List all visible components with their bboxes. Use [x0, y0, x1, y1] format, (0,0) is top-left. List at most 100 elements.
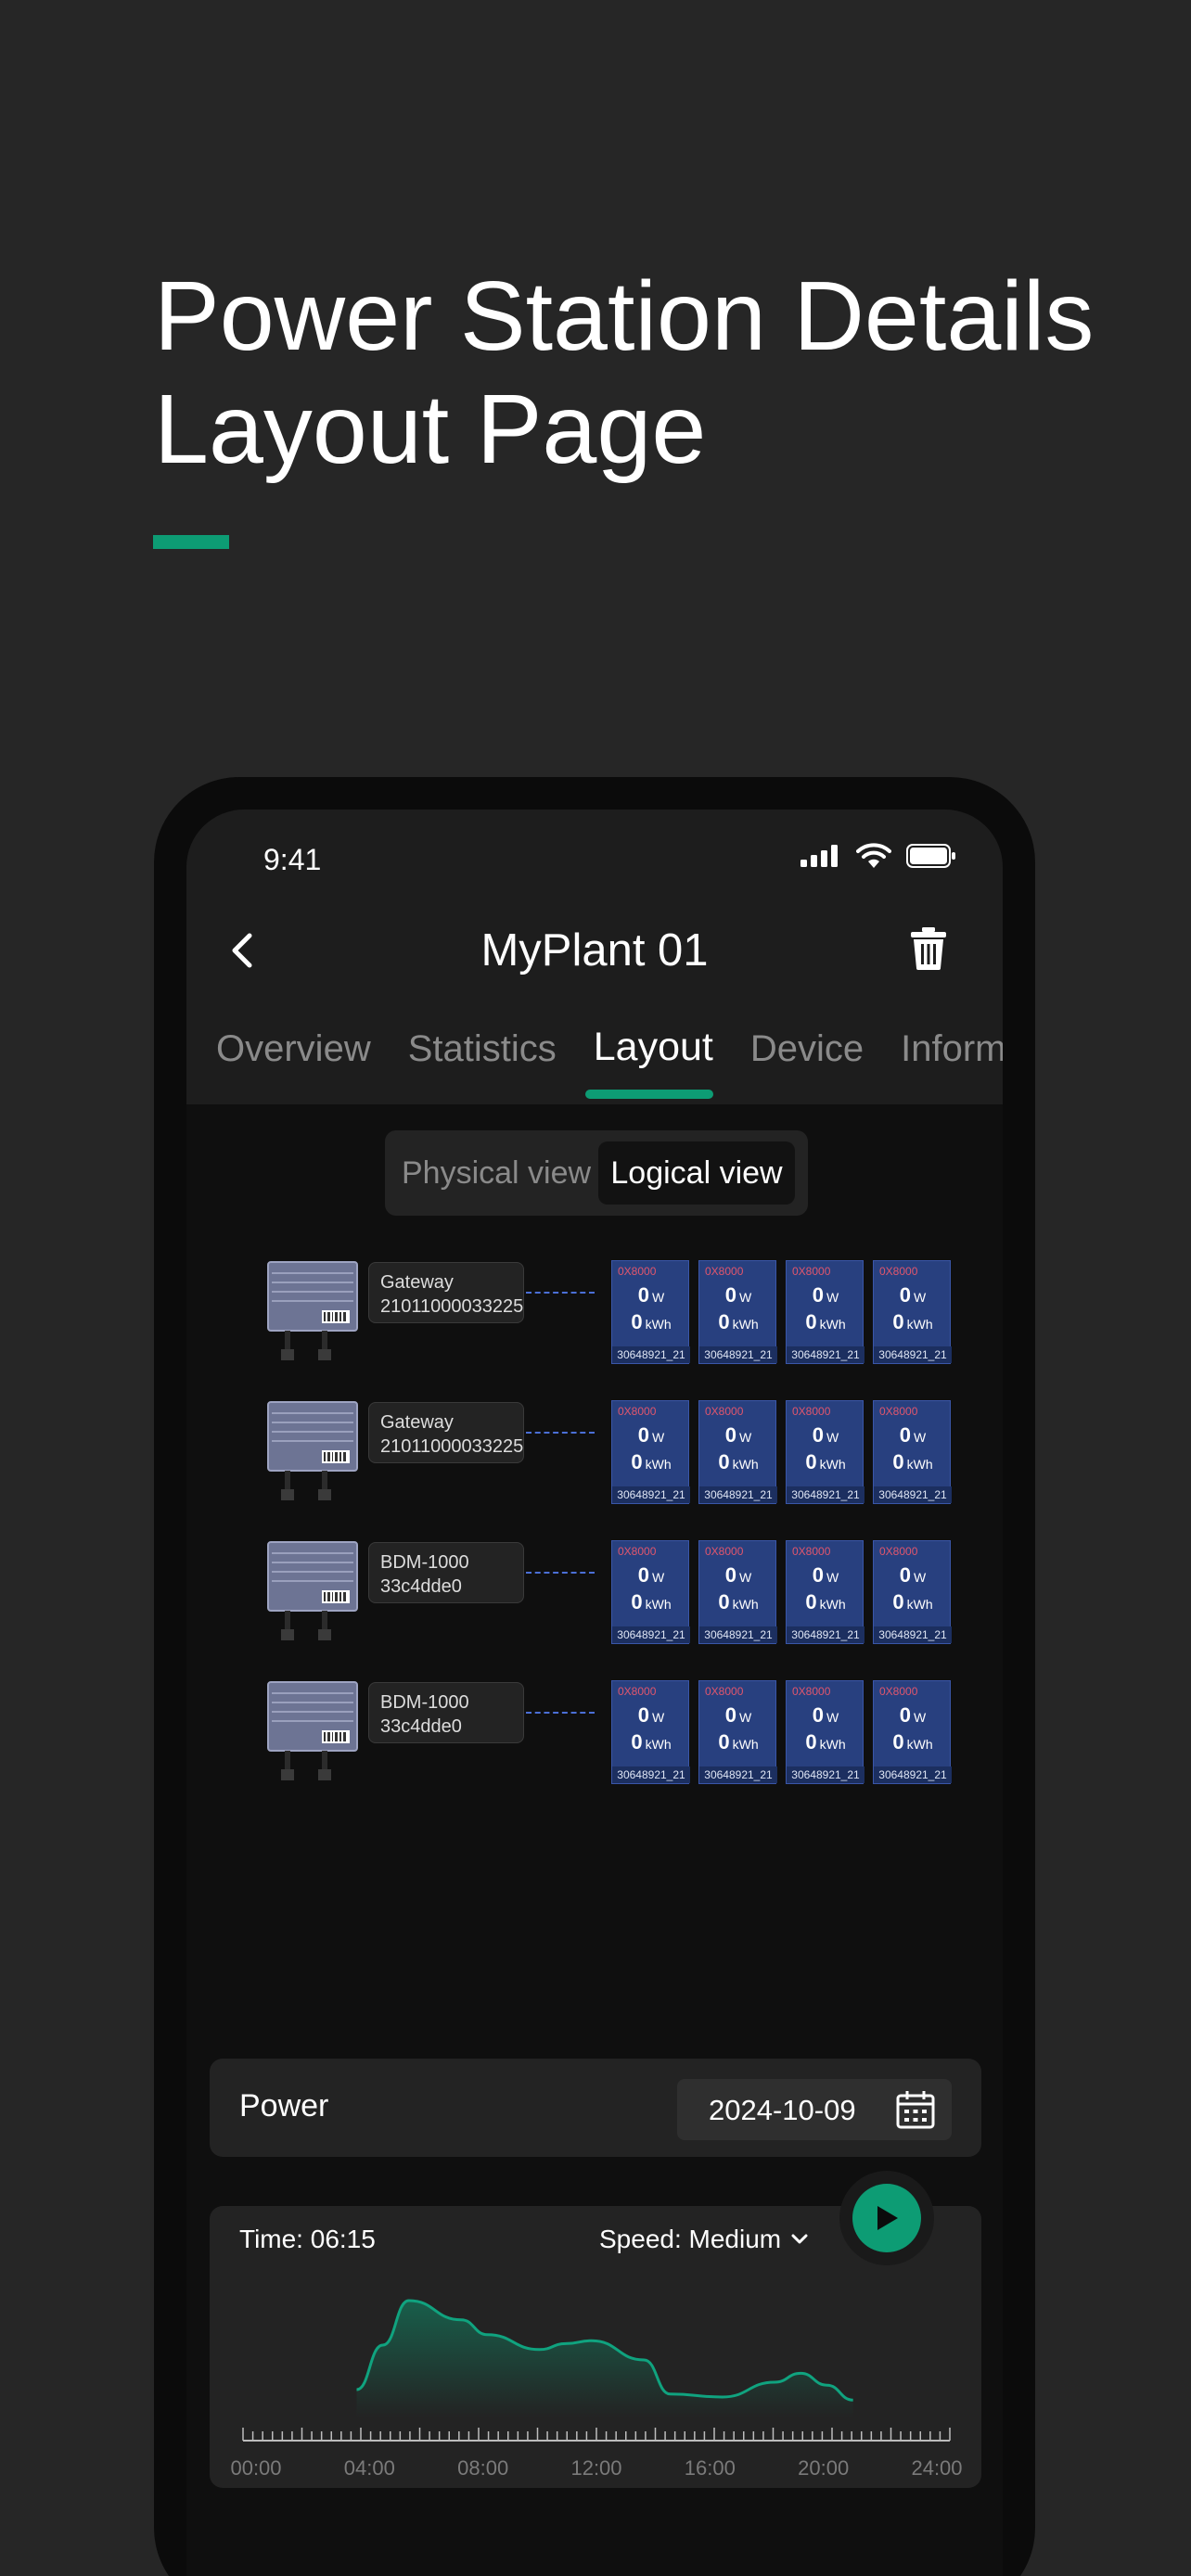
hero-title: Power Station Details Layout Page: [154, 260, 1137, 486]
panel-power: 0W: [699, 1283, 777, 1307]
solar-panel[interactable]: 0X8000 0 W 0 kWh 30648921_21: [786, 1680, 864, 1784]
solar-panel[interactable]: 0X8000 0 W 0 kWh 30648921_21: [873, 1540, 952, 1644]
solar-panel[interactable]: 0X8000 0 W 0 kWh 30648921_21: [611, 1540, 690, 1644]
solar-panel[interactable]: 0X8000 0 W 0 kWh 30648921_21: [786, 1540, 864, 1644]
power-label: Power: [239, 2088, 329, 2123]
gateway-name: BDM-1000: [380, 1552, 469, 1573]
tab-device[interactable]: Device: [750, 1028, 864, 1074]
phone-frame: 9:41 MyPlant 01 Overview Statistics Layo…: [154, 777, 1035, 2576]
panel-serial: 30648921_21: [787, 1346, 864, 1363]
panel-id: 0X8000: [792, 1405, 831, 1418]
panel-serial: 30648921_21: [874, 1486, 952, 1503]
gateway-row: Gateway 21011000033225 0X8000 0 W 0 kWh 3064892…: [263, 1400, 967, 1511]
status-time: 9:41: [263, 843, 322, 876]
panel-energy-unit: kWh: [906, 1457, 933, 1472]
panel-serial: 30648921_21: [699, 1766, 777, 1783]
panel-id: 0X8000: [618, 1685, 657, 1698]
panel-energy-value: 0: [718, 1450, 730, 1473]
tab-active-indicator: [585, 1090, 713, 1099]
solar-panel[interactable]: 0X8000 0 W 0 kWh 30648921_21: [611, 1400, 690, 1504]
gateway-row: Gateway 21011000033225 0X8000 0 W 0 kWh 3064892…: [263, 1260, 967, 1371]
panel-power: 0W: [874, 1423, 952, 1447]
wifi-icon: [856, 843, 891, 868]
panel-power-unit: W: [652, 1430, 665, 1445]
power-area-fill: [356, 2301, 853, 2417]
battery-icon: [906, 844, 955, 868]
panel-energy-unit: kWh: [732, 1317, 759, 1332]
physical-view-option[interactable]: Physical view: [402, 1141, 591, 1205]
panel-power-unit: W: [739, 1570, 752, 1585]
tab-overview[interactable]: Overview: [216, 1028, 371, 1074]
solar-panel[interactable]: 0X8000 0 W 0 kWh 30648921_21: [873, 1680, 952, 1784]
gateway-id: 21011000033225: [380, 1296, 524, 1317]
connection-line: [526, 1432, 595, 1434]
solar-panel[interactable]: 0X8000 0 W 0 kWh 30648921_21: [873, 1400, 952, 1504]
delete-button[interactable]: [904, 923, 953, 975]
gateway-device-icon[interactable]: [266, 1540, 359, 1647]
logical-view-option[interactable]: Logical view: [598, 1141, 795, 1205]
panel-power-value: 0: [637, 1563, 650, 1587]
panel-power-unit: W: [826, 1570, 839, 1585]
x-tick-label: 08:00: [457, 2456, 508, 2480]
solar-panel[interactable]: 0X8000 0 W 0 kWh 30648921_21: [611, 1260, 690, 1364]
panel-energy-unit: kWh: [819, 1597, 846, 1612]
panel-power-unit: W: [914, 1290, 927, 1305]
panel-power-value: 0: [724, 1423, 737, 1447]
solar-panel[interactable]: 0X8000 0 W 0 kWh 30648921_21: [698, 1540, 777, 1644]
panel-energy-unit: kWh: [645, 1737, 672, 1752]
panel-energy-unit: kWh: [906, 1597, 933, 1612]
solar-panel[interactable]: 0X8000 0 W 0 kWh 30648921_21: [786, 1400, 864, 1504]
panel-energy-value: 0: [718, 1590, 730, 1613]
panel-energy-value: 0: [718, 1730, 730, 1753]
gateway-device-icon[interactable]: [266, 1400, 359, 1507]
x-tick-label: 16:00: [685, 2456, 736, 2480]
panel-energy: 0 kWh: [699, 1590, 777, 1614]
solar-panel[interactable]: 0X8000 0 W 0 kWh 30648921_21: [698, 1680, 777, 1784]
panel-power-unit: W: [914, 1570, 927, 1585]
panel-power-unit: W: [652, 1710, 665, 1725]
panel-power-unit: W: [739, 1290, 752, 1305]
panel-power: 0W: [787, 1423, 864, 1447]
panel-energy: 0 kWh: [874, 1730, 952, 1754]
gateway-label[interactable]: BDM-1000 33c4dde0: [368, 1542, 524, 1603]
gateway-device-icon[interactable]: [266, 1680, 359, 1787]
tab-information[interactable]: Informa: [901, 1028, 1003, 1074]
panel-power-unit: W: [739, 1430, 752, 1445]
date-picker[interactable]: 2024-10-09: [677, 2079, 952, 2140]
panel-power-unit: W: [826, 1710, 839, 1725]
panel-id: 0X8000: [879, 1405, 918, 1418]
gateway-label[interactable]: Gateway 21011000033225: [368, 1402, 524, 1463]
solar-panel[interactable]: 0X8000 0 W 0 kWh 30648921_21: [786, 1260, 864, 1364]
play-button[interactable]: [852, 2184, 921, 2252]
x-tick-label: 12:00: [570, 2456, 621, 2480]
panel-power-value: 0: [899, 1423, 912, 1447]
panel-id: 0X8000: [618, 1265, 657, 1278]
panel-power-value: 0: [724, 1703, 737, 1727]
panel-energy-value: 0: [892, 1590, 904, 1613]
panel-power-unit: W: [914, 1430, 927, 1445]
panel-power-unit: W: [914, 1710, 927, 1725]
view-toggle: Physical view Logical view: [385, 1130, 808, 1216]
panel-serial: 30648921_21: [874, 1766, 952, 1783]
tab-layout[interactable]: Layout: [594, 1025, 713, 1070]
gateway-label[interactable]: Gateway 21011000033225: [368, 1262, 524, 1323]
gateway-label[interactable]: BDM-1000 33c4dde0: [368, 1682, 524, 1743]
solar-panel[interactable]: 0X8000 0 W 0 kWh 30648921_21: [611, 1680, 690, 1784]
solar-panel[interactable]: 0X8000 0 W 0 kWh 30648921_21: [873, 1260, 952, 1364]
panel-energy-unit: kWh: [732, 1597, 759, 1612]
panel-power-unit: W: [652, 1290, 665, 1305]
panel-power-value: 0: [724, 1283, 737, 1307]
panel-energy: 0 kWh: [787, 1730, 864, 1754]
panel-energy: 0 kWh: [874, 1590, 952, 1614]
status-icons: [800, 843, 956, 869]
panel-power: 0W: [612, 1563, 690, 1588]
panel-power: 0W: [699, 1423, 777, 1447]
gateway-device-icon[interactable]: [266, 1260, 359, 1367]
panel-id: 0X8000: [879, 1545, 918, 1558]
solar-panel[interactable]: 0X8000 0 W 0 kWh 30648921_21: [698, 1400, 777, 1504]
gateway-name: BDM-1000: [380, 1692, 469, 1713]
x-tick-label: 04:00: [344, 2456, 395, 2480]
solar-panel[interactable]: 0X8000 0 W 0 kWh 30648921_21: [698, 1260, 777, 1364]
tab-statistics[interactable]: Statistics: [408, 1028, 557, 1074]
gateway-name: Gateway: [380, 1412, 454, 1433]
